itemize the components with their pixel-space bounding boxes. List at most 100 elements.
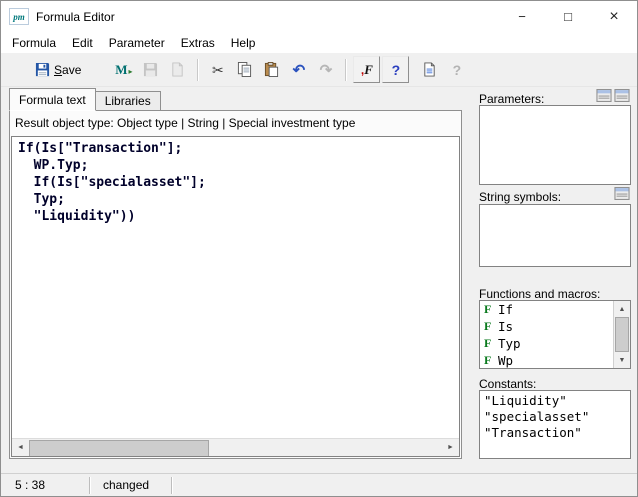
modified-state: changed — [90, 478, 171, 492]
toolbar-separator — [197, 59, 198, 81]
arrow-left-icon: ◄ — [17, 444, 24, 451]
function-f-icon: F — [484, 336, 493, 351]
save-button[interactable]: Save — [28, 57, 88, 82]
function-icon: ,F — [361, 62, 373, 78]
constant-list-item[interactable]: "Transaction" — [480, 425, 630, 441]
library-save-icon — [143, 62, 158, 77]
parameters-list[interactable] — [479, 105, 631, 185]
tab-libraries[interactable]: Libraries — [96, 91, 161, 111]
functions-label: Functions and macros: — [479, 287, 600, 301]
scroll-right-button[interactable]: ► — [442, 439, 459, 456]
formula-line[interactable]: Typ; — [18, 191, 453, 208]
undo-button[interactable]: ↶ — [286, 57, 311, 82]
scroll-down-button[interactable]: ▼ — [614, 352, 630, 368]
save-icon — [35, 62, 50, 77]
scrollbar-track[interactable] — [209, 439, 442, 456]
constants-list[interactable]: "Liquidity" "specialasset" "Transaction" — [479, 390, 631, 459]
constant-list-item[interactable]: "Liquidity" — [480, 393, 630, 409]
save-library-button-disabled — [138, 57, 163, 82]
string-symbols-list[interactable] — [479, 204, 631, 267]
maximize-button[interactable]: □ — [545, 1, 591, 32]
constant-list-item[interactable]: "specialasset" — [480, 409, 630, 425]
context-help-button[interactable]: ? — [382, 56, 409, 83]
formula-code[interactable]: If(Is["Transaction"]; WP.Typ; If(Is["spe… — [12, 137, 459, 228]
function-name: Typ — [498, 336, 521, 351]
status-separator — [171, 477, 172, 494]
functions-list[interactable]: F If F Is F Typ F Wp ▲ ▼ — [479, 300, 631, 369]
close-icon: × — [609, 8, 618, 26]
menu-formula[interactable]: Formula — [4, 33, 64, 53]
formula-editor-window: pm Formula Editor − □ × Formula Edit Par… — [0, 0, 638, 497]
function-f-icon: F — [484, 353, 493, 368]
scissors-icon: ✂ — [212, 63, 224, 77]
arrow-down-icon: ▼ — [619, 357, 626, 364]
menu-bar: Formula Edit Parameter Extras Help — [1, 32, 637, 53]
paste-icon — [264, 62, 279, 77]
formula-line[interactable]: "Liquidity")) — [18, 208, 453, 225]
arrow-up-icon: ▲ — [619, 306, 626, 313]
menu-extras[interactable]: Extras — [173, 33, 223, 53]
horizontal-scrollbar[interactable]: ◄ ► — [12, 438, 459, 456]
cut-button[interactable]: ✂ — [205, 57, 230, 82]
formula-line[interactable]: If(Is["Transaction"]; — [18, 140, 453, 157]
close-button[interactable]: × — [591, 1, 637, 32]
constants-label: Constants: — [479, 377, 536, 391]
formula-text-page: Result object type: Object type | String… — [9, 110, 462, 459]
save-label: Save — [54, 63, 81, 77]
maximize-icon: □ — [564, 9, 572, 24]
window-title: Formula Editor — [36, 10, 115, 24]
formula-line[interactable]: WP.Typ; — [18, 157, 453, 174]
arrow-right-icon: ► — [447, 444, 454, 451]
formula-editor-area[interactable]: If(Is["Transaction"]; WP.Typ; If(Is["spe… — [11, 136, 460, 457]
redo-icon: ↷ — [320, 61, 333, 79]
cursor-position: 5 : 38 — [1, 478, 89, 492]
help-disabled-icon: ? — [453, 62, 462, 78]
function-name: Wp — [498, 353, 513, 368]
paste-button[interactable] — [259, 57, 284, 82]
menu-help[interactable]: Help — [223, 33, 264, 53]
string-symbols-table-icon[interactable] — [614, 187, 630, 200]
copy-button[interactable] — [232, 57, 257, 82]
tab-strip: Formula text Libraries — [9, 88, 161, 111]
string-symbols-label: String symbols: — [479, 190, 561, 204]
toolbar-separator — [345, 59, 346, 81]
help-icon: ? — [392, 62, 401, 78]
redo-button-disabled: ↷ — [313, 57, 338, 82]
function-f-icon: F — [484, 302, 493, 317]
minimize-icon: − — [518, 9, 526, 24]
menu-parameter[interactable]: Parameter — [101, 33, 173, 53]
toolbar: Save M▸ ✂ ↶ ↷ — [1, 53, 637, 87]
library-load-icon — [170, 62, 185, 77]
functions-vertical-scrollbar[interactable]: ▲ ▼ — [613, 301, 630, 368]
title-bar: pm Formula Editor − □ × — [1, 1, 637, 32]
status-bar: 5 : 38 changed — [1, 473, 637, 496]
function-list-item[interactable]: F Wp — [480, 352, 630, 369]
undo-icon: ↶ — [293, 61, 306, 79]
copy-icon — [237, 62, 252, 77]
scroll-left-button[interactable]: ◄ — [12, 439, 29, 456]
macro-m-icon: M▸ — [115, 62, 132, 78]
formula-line[interactable]: If(Is["specialasset"]; — [18, 174, 453, 191]
function-list-item[interactable]: F If — [480, 301, 630, 318]
insert-macro-button[interactable]: M▸ — [111, 57, 136, 82]
minimize-button[interactable]: − — [499, 1, 545, 32]
function-name: Is — [498, 319, 513, 334]
result-object-type-label: Result object type: Object type | String… — [10, 111, 461, 135]
function-list-item[interactable]: F Is — [480, 318, 630, 335]
scroll-up-button[interactable]: ▲ — [614, 301, 630, 317]
parameters-table-icon-1[interactable] — [596, 89, 612, 102]
library-load-button-disabled — [165, 57, 190, 82]
scrollbar-thumb[interactable] — [615, 317, 629, 352]
formula-check-button[interactable] — [417, 57, 442, 82]
app-icon: pm — [9, 8, 29, 25]
function-name: If — [498, 302, 513, 317]
tab-formula-text[interactable]: Formula text — [9, 88, 96, 111]
insert-function-button[interactable]: ,F — [353, 56, 380, 83]
document-icon — [422, 62, 437, 77]
help-button-disabled: ? — [444, 57, 469, 82]
function-f-icon: F — [484, 319, 493, 334]
function-list-item[interactable]: F Typ — [480, 335, 630, 352]
menu-edit[interactable]: Edit — [64, 33, 101, 53]
parameters-table-icon-2[interactable] — [614, 89, 630, 102]
scrollbar-thumb[interactable] — [29, 440, 209, 457]
